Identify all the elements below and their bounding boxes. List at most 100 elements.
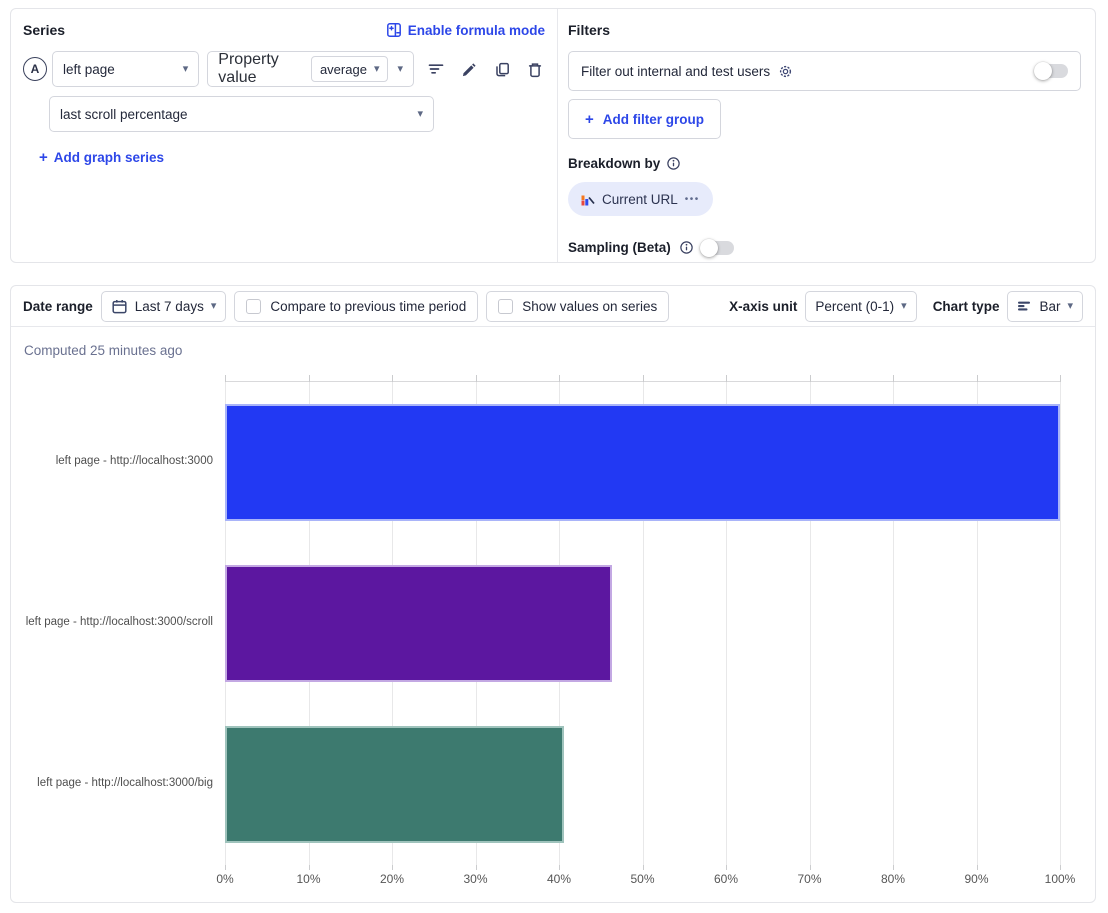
chevron-down-icon: ▾ [397, 64, 403, 75]
formula-icon [386, 22, 402, 38]
x-tick-label: 40% [547, 872, 571, 886]
filters-section: Filters Filter out internal and test use… [558, 9, 1095, 262]
enable-formula-mode-link[interactable]: Enable formula mode [386, 22, 545, 38]
axis-tick [392, 375, 393, 382]
trash-icon [527, 61, 543, 78]
x-tick-label: 70% [797, 872, 821, 886]
event-select[interactable]: left page ▾ [52, 51, 199, 87]
bar[interactable] [225, 404, 1060, 521]
query-config-panel: Series Enable formula mode A [10, 8, 1096, 263]
chevron-down-icon: ▾ [211, 301, 217, 312]
axis-tick [977, 865, 978, 870]
xaxis-unit-select[interactable]: Percent (0-1) ▾ [805, 291, 916, 322]
gear-icon[interactable] [778, 64, 793, 79]
gridline [1060, 382, 1061, 865]
internal-filter-label: Filter out internal and test users [581, 64, 770, 79]
breakdown-chip-label: Current URL [602, 192, 678, 207]
chevron-down-icon: ▾ [183, 64, 189, 75]
xaxis-unit-label: X-axis unit [729, 299, 797, 314]
axis-tick [643, 865, 644, 870]
event-select-value: left page [63, 62, 115, 77]
axis-tick [476, 375, 477, 382]
toggle-knob [1034, 62, 1052, 80]
bar[interactable] [225, 726, 564, 843]
date-range-select[interactable]: Last 7 days ▾ [101, 291, 227, 322]
compare-checkbox-group[interactable]: Compare to previous time period [234, 291, 478, 322]
compare-checkbox[interactable] [246, 299, 261, 314]
show-values-checkbox-group[interactable]: Show values on series [486, 291, 669, 322]
axis-tick [643, 375, 644, 382]
filter-button[interactable] [426, 59, 446, 79]
date-range-value: Last 7 days [135, 299, 204, 314]
series-section: Series Enable formula mode A [11, 9, 557, 262]
x-tick-label: 100% [1045, 872, 1076, 886]
pencil-icon [461, 61, 478, 78]
breakdown-chip[interactable]: Current URL ••• [568, 182, 713, 216]
internal-filter-row[interactable]: Filter out internal and test users [568, 51, 1081, 91]
bar-chart-icon [1017, 299, 1032, 313]
copy-icon [494, 61, 511, 78]
sampling-toggle[interactable] [702, 241, 734, 255]
axis-tick [726, 865, 727, 870]
chart-type-select[interactable]: Bar ▾ [1007, 291, 1083, 322]
axis-tick [225, 865, 226, 870]
property-select[interactable]: last scroll percentage ▾ [49, 96, 434, 132]
x-tick-label: 60% [714, 872, 738, 886]
enable-formula-mode-label: Enable formula mode [408, 23, 545, 38]
chart-body: Computed 25 minutes ago 0%10%20%30%40%50… [11, 327, 1095, 903]
toggle-knob [700, 239, 718, 257]
axis-tick [476, 865, 477, 870]
chart-toolbar: Date range Last 7 days ▾ Compare to prev… [11, 286, 1095, 327]
chart-panel: Date range Last 7 days ▾ Compare to prev… [10, 285, 1096, 903]
breakdown-by-label: Breakdown by [568, 156, 660, 171]
x-tick-label: 30% [463, 872, 487, 886]
axis-tick [893, 865, 894, 870]
x-tick-label: 10% [296, 872, 320, 886]
bar-chart: 0%10%20%30%40%50%60%70%80%90%100% left p… [11, 381, 1095, 903]
property-value-label: Property value [218, 51, 302, 87]
computed-timestamp: Computed 25 minutes ago [24, 343, 182, 358]
axis-tick [225, 375, 226, 382]
add-graph-series-button[interactable]: + Add graph series [39, 150, 164, 165]
series-title: Series [23, 22, 65, 38]
property-select-value: last scroll percentage [60, 107, 188, 122]
axis-tick [559, 375, 560, 382]
info-icon[interactable] [679, 240, 694, 255]
chevron-down-icon: ▾ [1067, 301, 1073, 312]
x-tick-label: 80% [881, 872, 905, 886]
add-filter-group-label: Add filter group [603, 112, 704, 127]
axis-tick [309, 375, 310, 382]
axis-tick [893, 375, 894, 382]
sampling-label: Sampling (Beta) [568, 240, 671, 255]
axis-tick [559, 865, 560, 870]
insight-editor: Series Enable formula mode A [0, 0, 1108, 913]
filters-title: Filters [568, 22, 1081, 38]
axis-tick [977, 375, 978, 382]
internal-filter-toggle[interactable] [1036, 64, 1068, 78]
add-filter-group-button[interactable]: + Add filter group [568, 99, 721, 139]
axis-tick [726, 375, 727, 382]
axis-tick [810, 375, 811, 382]
axis-tick [309, 865, 310, 870]
axis-tick [1060, 865, 1061, 870]
series-letter-badge: A [23, 57, 47, 81]
bar[interactable] [225, 565, 612, 682]
chevron-down-icon: ▾ [901, 301, 907, 312]
duplicate-button[interactable] [492, 59, 512, 79]
edit-button[interactable] [459, 59, 479, 79]
property-value-group[interactable]: Property value average ▾ ▾ [207, 51, 414, 87]
breakdown-more-button[interactable]: ••• [685, 194, 700, 205]
aggregation-select-value: average [320, 62, 367, 77]
aggregation-select[interactable]: average ▾ [311, 56, 389, 82]
chart-type-label: Chart type [933, 299, 1000, 314]
y-axis-label: left page - http://localhost:3000/big [11, 776, 213, 790]
chart-type-value: Bar [1039, 299, 1060, 314]
info-icon[interactable] [666, 156, 681, 171]
chevron-down-icon: ▾ [417, 109, 423, 120]
date-range-label: Date range [23, 299, 93, 314]
chevron-down-icon: ▾ [374, 64, 380, 75]
x-tick-label: 20% [380, 872, 404, 886]
x-tick-label: 50% [630, 872, 654, 886]
show-values-checkbox[interactable] [498, 299, 513, 314]
delete-button[interactable] [525, 59, 545, 79]
